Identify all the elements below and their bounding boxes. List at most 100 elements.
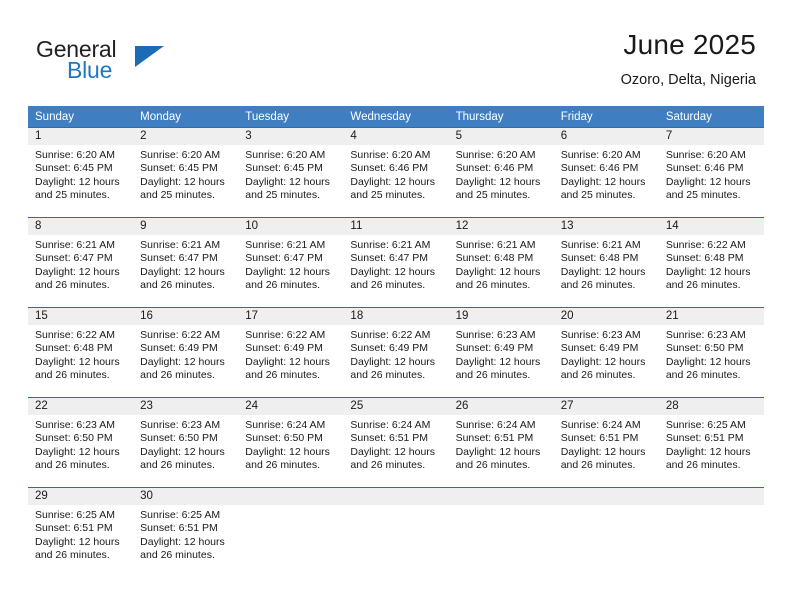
- day-details: Sunrise: 6:25 AM Sunset: 6:51 PM Daylight:…: [659, 415, 764, 473]
- daylight-text-line2: and 26 minutes.: [560, 279, 636, 292]
- day-cell-inner: [343, 488, 449, 577]
- calendar-day-cell[interactable]: 12 Sunrise: 6:21 AM Sunset: 6:48 PM Dayligh…: [448, 217, 554, 308]
- day-number: 9: [133, 218, 239, 235]
- calendar-day-cell[interactable]: 23 Sunrise: 6:23 AM Sunset: 6:50 PM Dayligh…: [133, 397, 239, 488]
- weekday-header-wednesday: Wednesday: [343, 106, 449, 128]
- day-cell-inner: 15 Sunrise: 6:22 AM Sunset: 6:48 PM Dayligh…: [28, 308, 134, 397]
- day-cell-inner: 12 Sunrise: 6:21 AM Sunset: 6:48 PM Dayligh…: [448, 218, 554, 307]
- calendar-day-cell[interactable]: 6 Sunrise: 6:20 AM Sunset: 6:46 PM Daylight…: [553, 127, 659, 218]
- day-details: Sunrise: 6:24 AM Sunset: 6:51 PM Daylight:…: [554, 415, 659, 473]
- calendar-day-cell[interactable]: 13 Sunrise: 6:21 AM Sunset: 6:48 PM Dayligh…: [553, 217, 659, 308]
- calendar-day-cell[interactable]: 1 Sunrise: 6:20 AM Sunset: 6:45 PM Daylight…: [28, 127, 134, 218]
- calendar-day-cell[interactable]: 2 Sunrise: 6:20 AM Sunset: 6:45 PM Daylight…: [133, 127, 239, 218]
- day-cell-inner: 14 Sunrise: 6:22 AM Sunset: 6:48 PM Dayligh…: [658, 218, 764, 307]
- day-details: Sunrise: 6:21 AM Sunset: 6:47 PM Daylight:…: [343, 235, 448, 293]
- day-details: Sunrise: 6:20 AM Sunset: 6:46 PM Daylight:…: [343, 145, 448, 203]
- day-details: Sunrise: 6:22 AM Sunset: 6:49 PM Daylight:…: [238, 325, 343, 383]
- day-number: 21: [658, 308, 764, 325]
- sunset-text: Sunset: 6:49 PM: [560, 342, 639, 355]
- calendar-day-cell[interactable]: 14 Sunrise: 6:22 AM Sunset: 6:48 PM Dayligh…: [658, 217, 764, 308]
- day-number: 25: [343, 398, 449, 415]
- calendar-day-cell[interactable]: 24 Sunrise: 6:24 AM Sunset: 6:50 PM Dayligh…: [238, 397, 344, 488]
- day-cell-inner: 24 Sunrise: 6:24 AM Sunset: 6:50 PM Dayligh…: [238, 398, 344, 487]
- calendar-day-cell[interactable]: 18 Sunrise: 6:22 AM Sunset: 6:49 PM Dayligh…: [343, 307, 449, 398]
- calendar-day-cell[interactable]: 21 Sunrise: 6:23 AM Sunset: 6:50 PM Dayligh…: [658, 307, 764, 398]
- calendar-day-cell[interactable]: 11 Sunrise: 6:21 AM Sunset: 6:47 PM Dayligh…: [343, 217, 449, 308]
- sunrise-text: Sunrise: 6:20 AM: [560, 149, 641, 161]
- day-number: 8: [28, 218, 134, 235]
- sunrise-text: Sunrise: 6:22 AM: [140, 329, 221, 341]
- day-cell-inner: 7 Sunrise: 6:20 AM Sunset: 6:46 PM Daylight…: [658, 128, 764, 217]
- calendar-day-cell[interactable]: 28 Sunrise: 6:25 AM Sunset: 6:51 PM Dayligh…: [658, 397, 764, 488]
- sunset-text: Sunset: 6:46 PM: [665, 162, 744, 175]
- brand-logo[interactable]: General Blue: [36, 36, 266, 92]
- calendar-day-cell[interactable]: 19 Sunrise: 6:23 AM Sunset: 6:49 PM Dayligh…: [448, 307, 554, 398]
- day-cell-inner: [448, 488, 554, 577]
- day-number: [553, 488, 659, 505]
- daylight-text-line1: Daylight: 12 hours: [35, 445, 120, 458]
- day-details: Sunrise: 6:22 AM Sunset: 6:48 PM Daylight:…: [659, 235, 764, 293]
- calendar-day-cell[interactable]: 17 Sunrise: 6:22 AM Sunset: 6:49 PM Dayligh…: [238, 307, 344, 398]
- daylight-text-line2: and 25 minutes.: [665, 189, 741, 202]
- daylight-text-line2: and 26 minutes.: [140, 369, 215, 382]
- sunset-text: Sunset: 6:51 PM: [350, 432, 429, 445]
- calendar-day-cell[interactable]: 5 Sunrise: 6:20 AM Sunset: 6:46 PM Daylight…: [448, 127, 554, 218]
- day-number: 29: [28, 488, 134, 505]
- calendar-day-cell[interactable]: 20 Sunrise: 6:23 AM Sunset: 6:49 PM Dayligh…: [553, 307, 659, 398]
- daylight-text-line2: and 25 minutes.: [350, 189, 426, 202]
- brand-triangle-icon: [135, 46, 164, 67]
- calendar-day-cell[interactable]: 7 Sunrise: 6:20 AM Sunset: 6:46 PM Daylight…: [658, 127, 764, 218]
- calendar-day-cell[interactable]: 3 Sunrise: 6:20 AM Sunset: 6:45 PM Daylight…: [238, 127, 344, 218]
- day-cell-inner: 6 Sunrise: 6:20 AM Sunset: 6:46 PM Daylight…: [553, 128, 659, 217]
- daylight-text-line1: Daylight: 12 hours: [35, 265, 120, 278]
- sunrise-text: Sunrise: 6:22 AM: [665, 239, 746, 251]
- calendar-day-cell[interactable]: 27 Sunrise: 6:24 AM Sunset: 6:51 PM Dayligh…: [553, 397, 659, 488]
- sunrise-text: Sunrise: 6:20 AM: [350, 149, 431, 161]
- calendar-day-cell[interactable]: 4 Sunrise: 6:20 AM Sunset: 6:46 PM Daylight…: [343, 127, 449, 218]
- calendar-day-cell[interactable]: 9 Sunrise: 6:21 AM Sunset: 6:47 PM Daylight…: [133, 217, 239, 308]
- daylight-text-line2: and 26 minutes.: [140, 279, 215, 292]
- sunrise-text: Sunrise: 6:20 AM: [35, 149, 115, 161]
- daylight-text-line1: Daylight: 12 hours: [245, 445, 330, 458]
- day-number: 14: [658, 218, 764, 235]
- sunset-text: Sunset: 6:51 PM: [35, 522, 113, 535]
- day-number: 30: [133, 488, 239, 505]
- sunset-text: Sunset: 6:51 PM: [455, 432, 534, 445]
- title-block: June 2025 Ozoro, Delta, Nigeria: [621, 28, 756, 89]
- day-cell-inner: 21 Sunrise: 6:23 AM Sunset: 6:50 PM Dayligh…: [658, 308, 764, 397]
- sunrise-text: Sunrise: 6:24 AM: [560, 419, 641, 431]
- sunrise-text: Sunrise: 6:21 AM: [455, 239, 536, 251]
- calendar-day-cell[interactable]: 16 Sunrise: 6:22 AM Sunset: 6:49 PM Dayligh…: [133, 307, 239, 398]
- daylight-text-line1: Daylight: 12 hours: [35, 535, 120, 548]
- calendar-day-cell-empty: [448, 487, 554, 577]
- calendar-day-cell[interactable]: 26 Sunrise: 6:24 AM Sunset: 6:51 PM Dayligh…: [448, 397, 554, 488]
- daylight-text-line2: and 25 minutes.: [140, 189, 215, 202]
- calendar-week-row: 8 Sunrise: 6:21 AM Sunset: 6:47 PM Daylight…: [28, 217, 764, 308]
- calendar-day-cell[interactable]: 8 Sunrise: 6:21 AM Sunset: 6:47 PM Daylight…: [28, 217, 134, 308]
- day-details: [659, 505, 764, 509]
- calendar-day-cell[interactable]: 29 Sunrise: 6:25 AM Sunset: 6:51 PM Dayligh…: [28, 487, 134, 577]
- day-details: Sunrise: 6:23 AM Sunset: 6:49 PM Daylight:…: [449, 325, 554, 383]
- page-title: June 2025: [623, 29, 756, 60]
- day-cell-inner: 29 Sunrise: 6:25 AM Sunset: 6:51 PM Dayligh…: [28, 488, 134, 577]
- day-number: 3: [238, 128, 344, 145]
- day-number: [343, 488, 449, 505]
- calendar-day-cell[interactable]: 25 Sunrise: 6:24 AM Sunset: 6:51 PM Dayligh…: [343, 397, 449, 488]
- sunrise-text: Sunrise: 6:24 AM: [350, 419, 431, 431]
- sunset-text: Sunset: 6:45 PM: [35, 162, 113, 175]
- daylight-text-line2: and 26 minutes.: [560, 459, 636, 472]
- calendar-day-cell[interactable]: 15 Sunrise: 6:22 AM Sunset: 6:48 PM Dayligh…: [28, 307, 134, 398]
- day-number: [448, 488, 554, 505]
- daylight-text-line1: Daylight: 12 hours: [140, 535, 225, 548]
- calendar-day-cell[interactable]: 30 Sunrise: 6:25 AM Sunset: 6:51 PM Dayligh…: [133, 487, 239, 577]
- day-cell-inner: 2 Sunrise: 6:20 AM Sunset: 6:45 PM Daylight…: [133, 128, 239, 217]
- calendar-body: 1 Sunrise: 6:20 AM Sunset: 6:45 PM Daylight…: [28, 127, 764, 577]
- calendar-day-cell[interactable]: 22 Sunrise: 6:23 AM Sunset: 6:50 PM Dayligh…: [28, 397, 134, 488]
- daylight-text-line2: and 26 minutes.: [140, 459, 215, 472]
- sunset-text: Sunset: 6:49 PM: [455, 342, 534, 355]
- sunset-text: Sunset: 6:48 PM: [35, 342, 113, 355]
- calendar-day-cell[interactable]: 10 Sunrise: 6:21 AM Sunset: 6:47 PM Dayligh…: [238, 217, 344, 308]
- page-header: General Blue June 2025 Ozoro, Delta, Nig…: [0, 0, 792, 100]
- day-number: 12: [448, 218, 554, 235]
- sunset-text: Sunset: 6:48 PM: [455, 252, 534, 265]
